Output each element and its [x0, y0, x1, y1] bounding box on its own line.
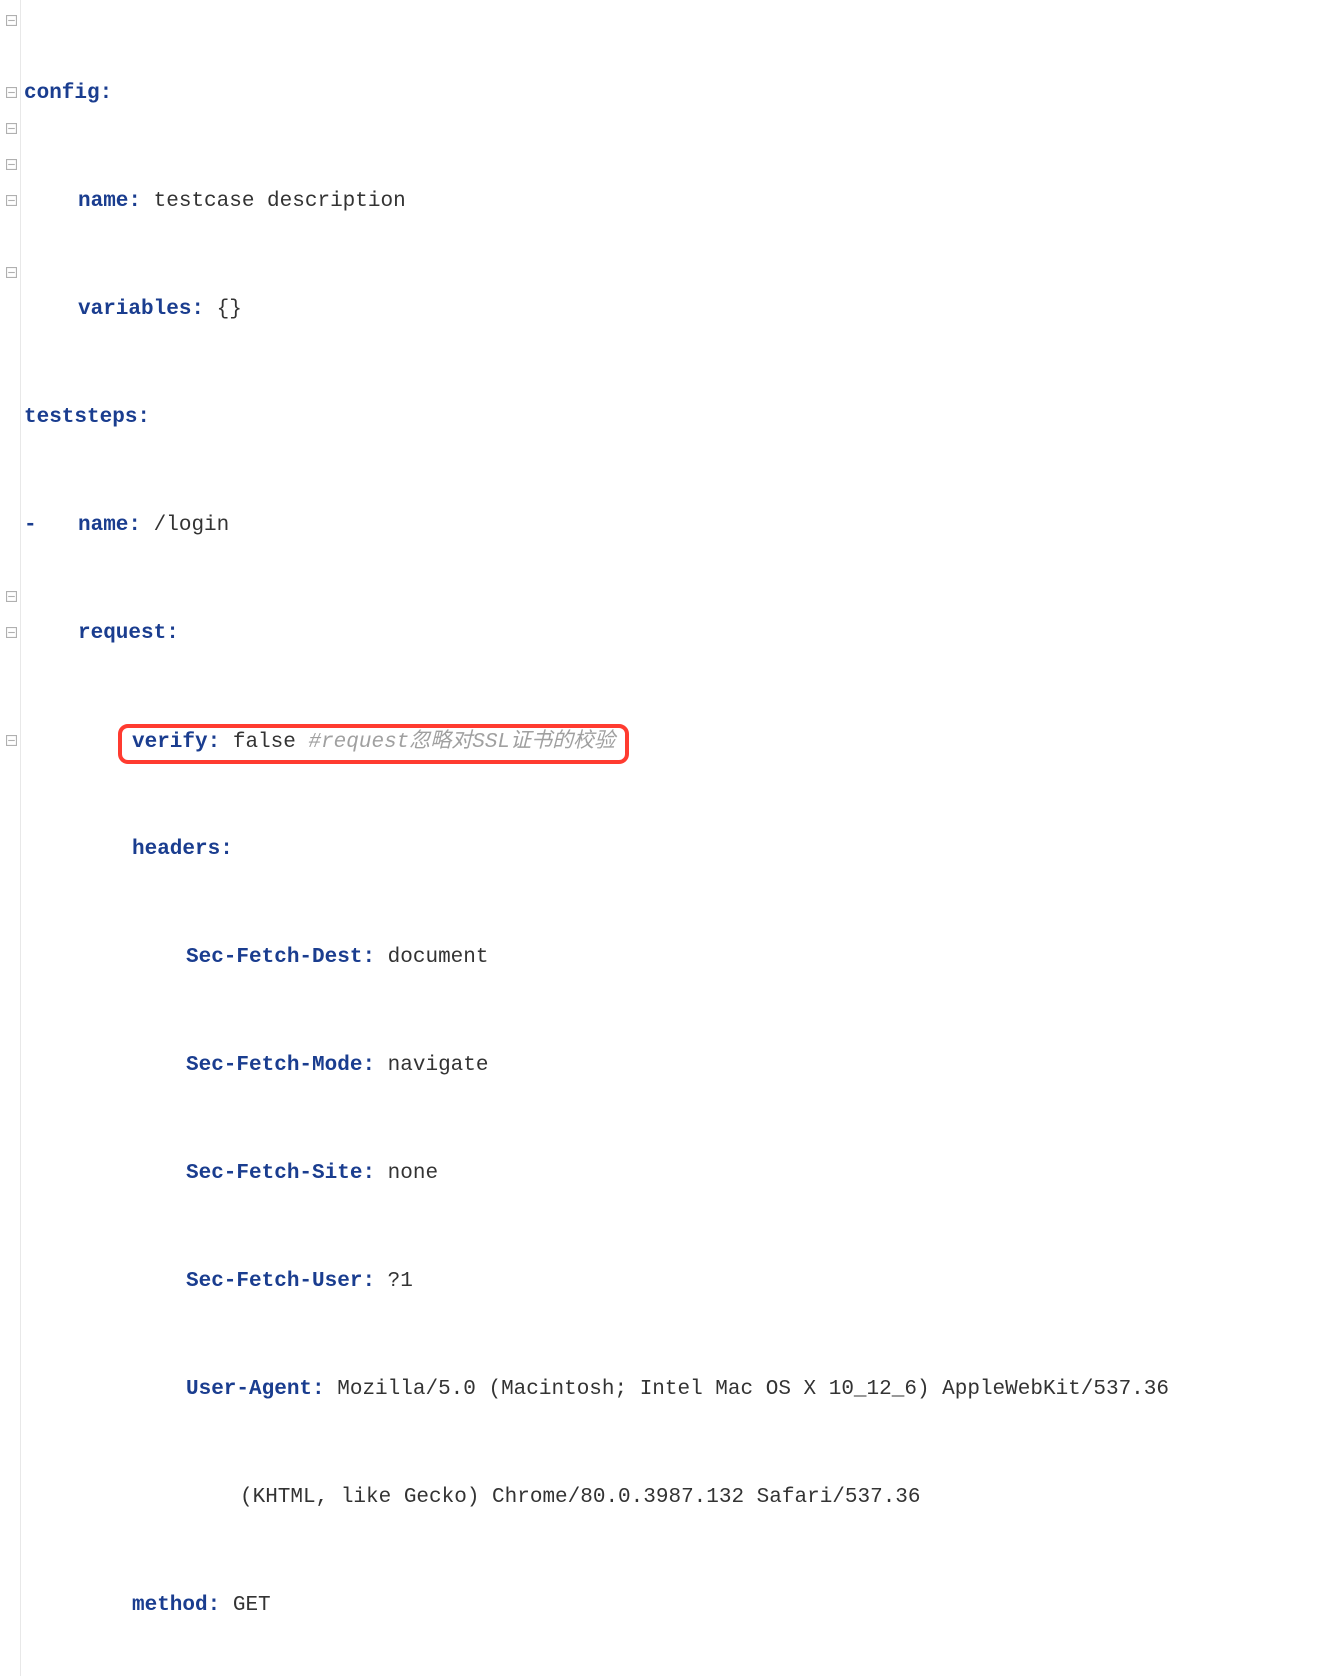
fold-icon[interactable] [5, 590, 17, 602]
code-line: method: GET [24, 1588, 1342, 1624]
fold-icon[interactable] [5, 86, 17, 98]
fold-icon[interactable] [5, 158, 17, 170]
yaml-key: variables [78, 298, 191, 321]
yaml-value: document [388, 946, 489, 969]
annotation-highlight: verify: false #request忽略对SSL证书的校验 [118, 724, 629, 764]
code-line: teststeps: [24, 400, 1342, 436]
yaml-value: (KHTML, like Gecko) Chrome/80.0.3987.132… [240, 1486, 921, 1509]
fold-icon[interactable] [5, 734, 17, 746]
code-line: Sec-Fetch-Dest: document [24, 940, 1342, 976]
fold-icon[interactable] [5, 194, 17, 206]
code-line: config: [24, 76, 1342, 112]
yaml-value: false [233, 731, 296, 754]
yaml-key: Sec-Fetch-Dest [186, 946, 362, 969]
yaml-value: none [388, 1162, 438, 1185]
code-line: (KHTML, like Gecko) Chrome/80.0.3987.132… [24, 1480, 1342, 1516]
code-line: User-Agent: Mozilla/5.0 (Macintosh; Inte… [24, 1372, 1342, 1408]
code-line: verify: false #request忽略对SSL证书的校验 [24, 724, 1342, 760]
fold-icon[interactable] [5, 14, 17, 26]
yaml-key: Sec-Fetch-User [186, 1270, 362, 1293]
yaml-key: name [78, 190, 128, 213]
yaml-key: Sec-Fetch-Site [186, 1162, 362, 1185]
yaml-value: /login [154, 514, 230, 537]
yaml-key: headers [132, 838, 220, 861]
yaml-comment: #request忽略对SSL证书的校验 [308, 731, 615, 754]
code-line: headers: [24, 832, 1342, 868]
yaml-value: {} [217, 298, 242, 321]
code-line: variables: {} [24, 292, 1342, 328]
yaml-value: ?1 [388, 1270, 413, 1293]
code-line: -name: /login [24, 508, 1342, 544]
yaml-key: request [78, 622, 166, 645]
yaml-key: User-Agent [186, 1378, 312, 1401]
fold-icon[interactable] [5, 266, 17, 278]
yaml-key: teststeps [24, 406, 137, 429]
fold-icon[interactable] [5, 122, 17, 134]
fold-icon[interactable] [5, 626, 17, 638]
yaml-key: verify [132, 731, 208, 754]
code-line: request: [24, 616, 1342, 652]
code-line: Sec-Fetch-User: ?1 [24, 1264, 1342, 1300]
yaml-key: name [78, 514, 128, 537]
code-line: Sec-Fetch-Mode: navigate [24, 1048, 1342, 1084]
code-line: name: testcase description [24, 184, 1342, 220]
yaml-value: testcase description [154, 190, 406, 213]
yaml-key: Sec-Fetch-Mode [186, 1054, 362, 1077]
yaml-value: GET [233, 1594, 271, 1617]
yaml-value: Mozilla/5.0 (Macintosh; Intel Mac OS X 1… [337, 1378, 1169, 1401]
yaml-key: config [24, 82, 100, 105]
yaml-key: method [132, 1594, 208, 1617]
gutter [0, 0, 21, 1676]
code-line: Sec-Fetch-Site: none [24, 1156, 1342, 1192]
code-area[interactable]: config: name: testcase description varia… [0, 4, 1342, 1676]
list-dash: - [24, 514, 37, 537]
code-editor[interactable]: config: name: testcase description varia… [0, 0, 1342, 1676]
yaml-value: navigate [388, 1054, 489, 1077]
